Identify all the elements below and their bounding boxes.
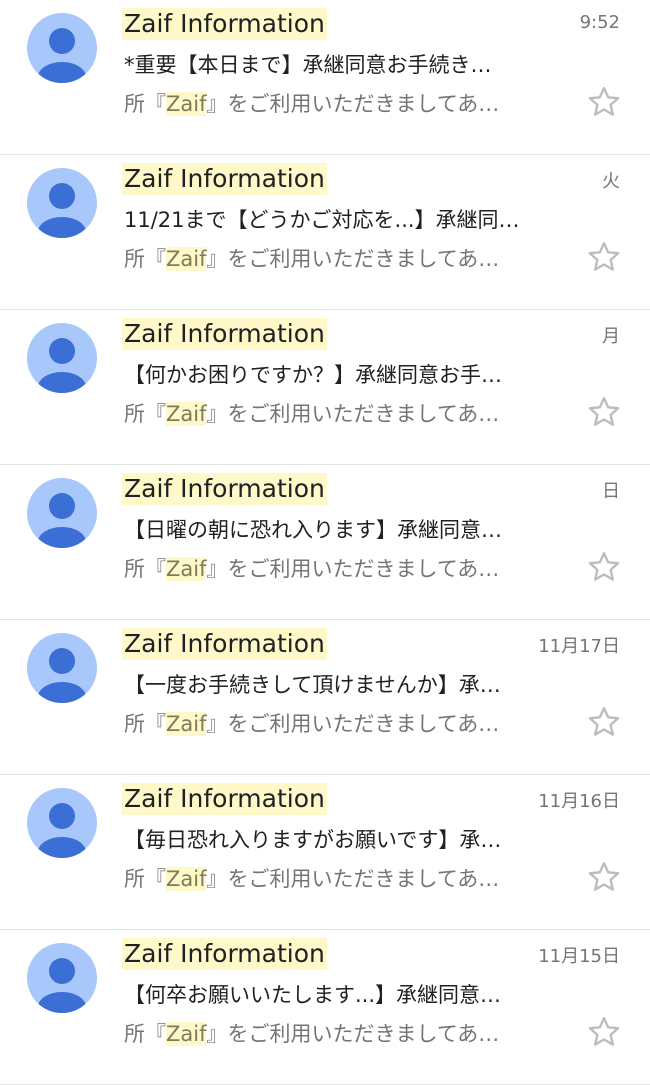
email-list: Zaif Information 9:52 *重要【本日まで】承継同意お手続き…… bbox=[0, 0, 650, 1085]
avatar-person-icon[interactable] bbox=[27, 13, 97, 83]
email-subject: *重要【本日まで】承継同意お手続き… bbox=[124, 53, 492, 77]
snippet-highlight: Zaif bbox=[166, 1022, 207, 1046]
email-snippet: 所『Zaif』をご利用いただきましてあ… bbox=[124, 399, 564, 429]
avatar-person-icon[interactable] bbox=[27, 323, 97, 393]
star-icon[interactable] bbox=[586, 239, 622, 275]
email-subject: 【日曜の朝に恐れ入ります】承継同意… bbox=[124, 518, 502, 542]
snippet-before: 所『 bbox=[124, 712, 166, 736]
email-date: 月 bbox=[602, 326, 620, 347]
snippet-before: 所『 bbox=[124, 1022, 166, 1046]
email-row[interactable]: Zaif Information 11月16日 【毎日恐れ入りますがお願いです】… bbox=[0, 775, 650, 930]
sender-name: Zaif Information bbox=[122, 783, 327, 815]
email-date: 日 bbox=[602, 481, 620, 502]
sender-name: Zaif Information bbox=[122, 8, 327, 40]
snippet-highlight: Zaif bbox=[166, 247, 207, 271]
snippet-before: 所『 bbox=[124, 92, 166, 116]
sender-name: Zaif Information bbox=[122, 628, 327, 660]
snippet-highlight: Zaif bbox=[166, 867, 207, 891]
star-icon[interactable] bbox=[586, 84, 622, 120]
email-date: 11月17日 bbox=[538, 636, 620, 657]
email-subject: 【何かお困りですか？】承継同意お手… bbox=[124, 363, 502, 387]
snippet-before: 所『 bbox=[124, 557, 166, 581]
star-icon[interactable] bbox=[586, 704, 622, 740]
email-snippet: 所『Zaif』をご利用いただきましてあ… bbox=[124, 709, 564, 739]
snippet-after: 』をご利用いただきましてあ… bbox=[206, 1022, 500, 1046]
snippet-before: 所『 bbox=[124, 402, 166, 426]
snippet-after: 』をご利用いただきましてあ… bbox=[206, 557, 500, 581]
avatar-person-icon[interactable] bbox=[27, 633, 97, 703]
snippet-after: 』をご利用いただきましてあ… bbox=[206, 712, 500, 736]
snippet-before: 所『 bbox=[124, 247, 166, 271]
star-icon[interactable] bbox=[586, 394, 622, 430]
email-snippet: 所『Zaif』をご利用いただきましてあ… bbox=[124, 244, 564, 274]
snippet-highlight: Zaif bbox=[166, 712, 207, 736]
sender-name: Zaif Information bbox=[122, 473, 327, 505]
email-row[interactable]: Zaif Information 11月17日 【一度お手続きして頂けませんか】… bbox=[0, 620, 650, 775]
email-snippet: 所『Zaif』をご利用いただきましてあ… bbox=[124, 89, 564, 119]
email-subject: 【一度お手続きして頂けませんか】承… bbox=[124, 673, 501, 697]
avatar-person-icon[interactable] bbox=[27, 478, 97, 548]
email-subject: 11/21まで【どうかご対応を...】承継同… bbox=[124, 208, 520, 232]
email-row[interactable]: Zaif Information 9:52 *重要【本日まで】承継同意お手続き…… bbox=[0, 0, 650, 155]
star-icon[interactable] bbox=[586, 1014, 622, 1050]
avatar-person-icon[interactable] bbox=[27, 168, 97, 238]
email-snippet: 所『Zaif』をご利用いただきましてあ… bbox=[124, 554, 564, 584]
snippet-after: 』をご利用いただきましてあ… bbox=[206, 92, 500, 116]
snippet-after: 』をご利用いただきましてあ… bbox=[206, 247, 500, 271]
email-date: 11月15日 bbox=[538, 946, 620, 967]
snippet-after: 』をご利用いただきましてあ… bbox=[206, 402, 500, 426]
email-date: 火 bbox=[602, 171, 620, 192]
star-icon[interactable] bbox=[586, 549, 622, 585]
email-snippet: 所『Zaif』をご利用いただきましてあ… bbox=[124, 864, 564, 894]
email-row[interactable]: Zaif Information 月 【何かお困りですか？】承継同意お手… 所『… bbox=[0, 310, 650, 465]
email-row[interactable]: Zaif Information 11月15日 【何卒お願いいたします...】承… bbox=[0, 930, 650, 1085]
avatar-person-icon[interactable] bbox=[27, 788, 97, 858]
email-subject: 【何卒お願いいたします...】承継同意… bbox=[124, 983, 502, 1007]
avatar-person-icon[interactable] bbox=[27, 943, 97, 1013]
snippet-before: 所『 bbox=[124, 867, 166, 891]
snippet-after: 』をご利用いただきましてあ… bbox=[206, 867, 500, 891]
email-subject: 【毎日恐れ入りますがお願いです】承… bbox=[124, 828, 502, 852]
sender-name: Zaif Information bbox=[122, 163, 327, 195]
email-row[interactable]: Zaif Information 火 11/21まで【どうかご対応を...】承継… bbox=[0, 155, 650, 310]
star-icon[interactable] bbox=[586, 859, 622, 895]
snippet-highlight: Zaif bbox=[166, 402, 207, 426]
email-date: 11月16日 bbox=[538, 791, 620, 812]
email-row[interactable]: Zaif Information 日 【日曜の朝に恐れ入ります】承継同意… 所『… bbox=[0, 465, 650, 620]
sender-name: Zaif Information bbox=[122, 938, 327, 970]
snippet-highlight: Zaif bbox=[166, 92, 207, 116]
email-date: 9:52 bbox=[579, 12, 620, 33]
sender-name: Zaif Information bbox=[122, 318, 327, 350]
snippet-highlight: Zaif bbox=[166, 557, 207, 581]
